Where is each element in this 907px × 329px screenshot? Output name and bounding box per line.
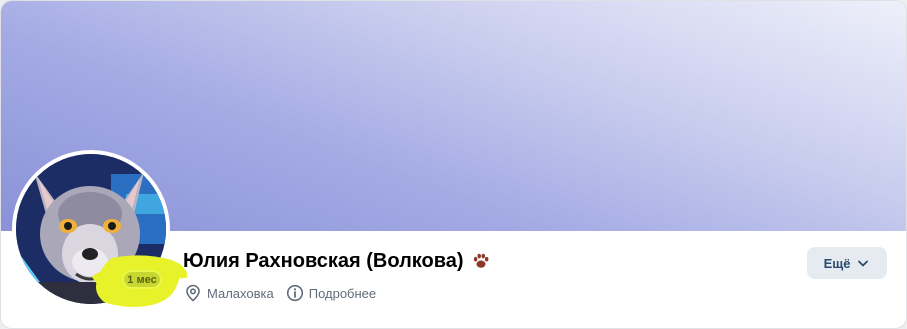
more-button-label: Ещё xyxy=(823,255,851,271)
paw-icon xyxy=(473,253,489,268)
profile-meta-row: Малаховка Подробнее xyxy=(183,283,387,303)
status-badge: 1 мес xyxy=(122,270,162,289)
location-label: Малаховка xyxy=(207,285,274,301)
details-label: Подробнее xyxy=(308,285,377,301)
details-link[interactable]: Подробнее xyxy=(285,283,376,303)
profile-name: Юлия Рахновская (Волкова) xyxy=(183,250,464,272)
chevron-down-icon xyxy=(858,260,869,267)
location-pin-icon xyxy=(186,284,200,302)
more-button[interactable]: Ещё xyxy=(807,247,887,279)
info-icon xyxy=(286,284,303,302)
location-link[interactable]: Малаховка xyxy=(183,283,274,303)
